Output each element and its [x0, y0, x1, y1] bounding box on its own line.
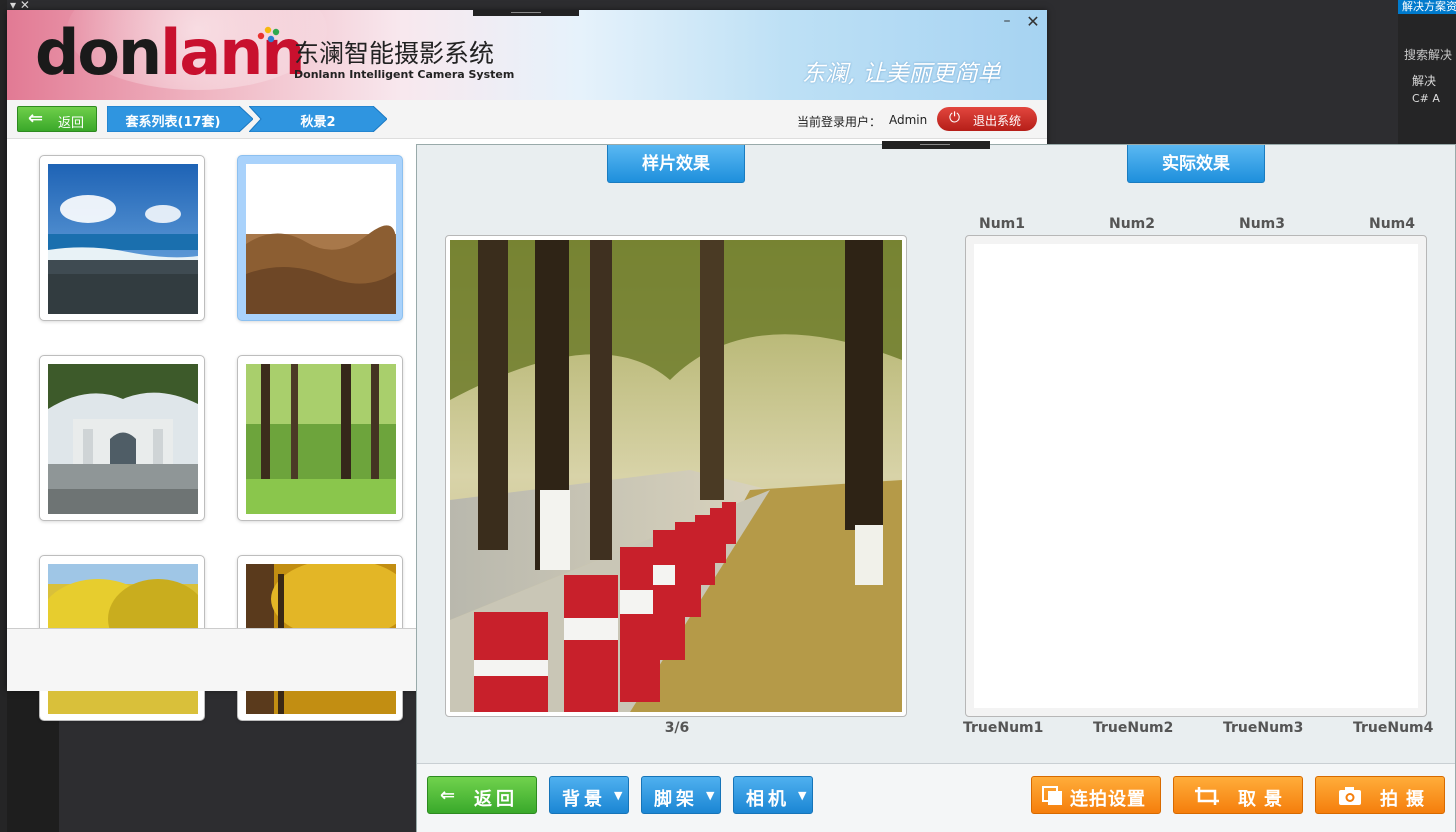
minimize-icon[interactable]: –	[1000, 14, 1014, 28]
brand-title: 东澜智能摄影系统	[294, 39, 495, 68]
burst-icon	[1042, 786, 1062, 805]
num-label-4: Num4	[1369, 216, 1416, 232]
framing-button[interactable]: 取景	[1173, 776, 1303, 814]
shoot-label: 拍摄	[1380, 789, 1432, 810]
thumbnail-gate[interactable]	[39, 355, 205, 521]
thumbnail-field[interactable]	[237, 155, 403, 321]
gate-image	[48, 364, 198, 514]
forest-image	[246, 364, 396, 514]
shoot-button[interactable]: 拍摄	[1315, 776, 1445, 814]
num-label-3: Num3	[1239, 216, 1286, 232]
camera-dropdown-label: 相机	[746, 789, 790, 810]
toolbar-back-button[interactable]: ⇐ 返回	[427, 776, 537, 814]
arrow-left-icon: ⇐	[28, 108, 44, 129]
ide-tree-project[interactable]: C# A	[1412, 92, 1440, 105]
camera-icon	[1339, 787, 1361, 805]
thumbnail-beach[interactable]	[39, 155, 205, 321]
tab-sample-effect[interactable]: 样片效果	[607, 145, 745, 183]
actual-photo-area	[974, 244, 1418, 708]
tripod-dropdown[interactable]: 脚架 ▼	[641, 776, 721, 814]
framing-label: 取景	[1238, 789, 1290, 810]
power-icon: ⏻	[949, 110, 961, 126]
sample-photo-image	[450, 240, 902, 712]
background-dropdown[interactable]: 背景 ▼	[549, 776, 629, 814]
thumbnail-list-footer	[7, 628, 417, 691]
header-banner: donlann 东澜智能摄影系统 Donlann Intelligent Cam…	[7, 10, 1047, 100]
num-label-2: Num2	[1109, 216, 1156, 232]
breadcrumb-current-series[interactable]: 秋景2	[249, 106, 387, 132]
tab-actual-effect[interactable]: 实际效果	[1127, 145, 1265, 183]
thumbnail-forest[interactable]	[237, 355, 403, 521]
sample-photo-frame	[445, 235, 907, 717]
chevron-down-icon: ▼	[614, 789, 623, 802]
ide-tree-solution[interactable]: 解决	[1412, 72, 1436, 89]
slogan: 东澜, 让美丽更简单	[802, 61, 1001, 87]
breadcrumb-current-label: 秋景2	[300, 115, 336, 130]
logout-button[interactable]: ⏻ 退出系统	[937, 107, 1037, 131]
tripod-dropdown-label: 脚架	[654, 789, 698, 810]
breadcrumb-series-label: 套系列表(17套)	[125, 115, 221, 130]
close-icon[interactable]: ✕	[1025, 14, 1041, 30]
true-num-label-2: TrueNum2	[1093, 720, 1174, 736]
ide-left-strip	[0, 0, 7, 832]
chevron-down-icon: ▼	[706, 789, 715, 802]
window-drag-grip[interactable]	[473, 10, 579, 16]
true-num-label-4: TrueNum4	[1353, 720, 1434, 736]
arrow-left-icon: ⇐	[440, 785, 456, 806]
background-dropdown-label: 背景	[562, 789, 606, 810]
breadcrumb-series-list[interactable]: 套系列表(17套)	[107, 106, 253, 132]
ide-solution-explorer-title: 解决方案资源	[1398, 0, 1456, 14]
burst-settings-button[interactable]: 连拍设置	[1031, 776, 1161, 814]
actual-photo-frame	[965, 235, 1427, 717]
true-num-label-3: TrueNum3	[1223, 720, 1304, 736]
field-image	[246, 164, 396, 314]
back-button-label: 返回	[58, 116, 85, 131]
camera-dropdown[interactable]: 相机 ▼	[733, 776, 813, 814]
preview-toolbar: ⇐ 返回 背景 ▼ 脚架 ▼ 相机 ▼ 连拍设置 取景 拍摄	[417, 763, 1455, 832]
chevron-down-icon: ▼	[798, 789, 807, 802]
beach-image	[48, 164, 198, 314]
num-label-1: Num1	[979, 216, 1026, 232]
preview-drag-grip[interactable]	[882, 141, 990, 149]
true-num-label-1: TrueNum1	[963, 720, 1044, 736]
logout-button-label: 退出系统	[973, 114, 1022, 128]
ide-search-box[interactable]: 搜索解决	[1404, 46, 1452, 63]
current-user-name: Admin	[889, 113, 928, 127]
burst-settings-label: 连拍设置	[1070, 789, 1146, 810]
logo-dots-icon	[257, 26, 280, 43]
brand-subtitle: Donlann Intelligent Camera System	[294, 68, 515, 81]
preview-window: 样片效果 实际效果 3/6 Num1 Num2 Num3 Num4 TrueNu…	[416, 141, 1456, 832]
photo-counter: 3/6	[664, 720, 690, 736]
crop-frame-icon	[1195, 787, 1219, 805]
toolbar-back-label: 返回	[474, 789, 518, 810]
nav-bar: ⇐ 返回 套系列表(17套) 秋景2 当前登录用户： Admin ⏻ 退出系统	[7, 100, 1047, 139]
current-user-label: 当前登录用户：	[797, 115, 882, 129]
back-button[interactable]: ⇐ 返回	[17, 106, 97, 132]
